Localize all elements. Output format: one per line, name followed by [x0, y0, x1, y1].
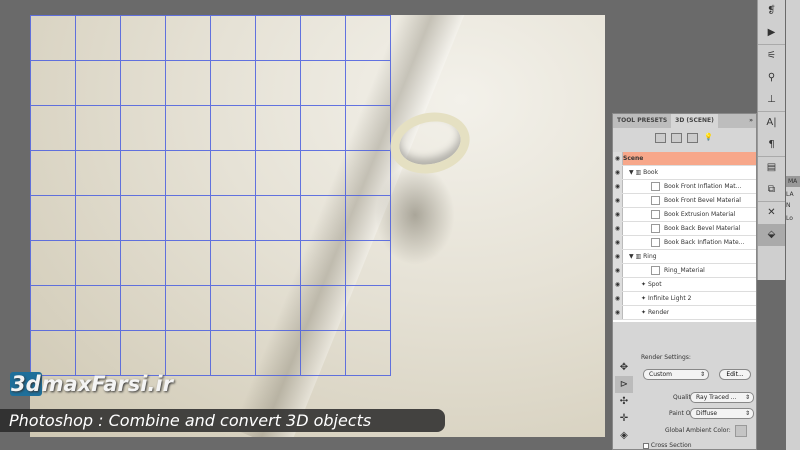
3d-tools: ✥ ⊳ ✣ ✛ ◈: [615, 359, 633, 444]
scene-item-text: Book Back Bevel Material: [651, 224, 740, 233]
character-icon[interactable]: A|: [758, 112, 785, 134]
scene-item[interactable]: ◉ Book Back Inflation Mate...: [613, 236, 756, 250]
tools-icon[interactable]: ✕: [758, 202, 785, 224]
scene-item[interactable]: ◉ ✦ Infinite Light 2: [613, 292, 756, 306]
light-filter-icon[interactable]: 💡: [703, 133, 714, 143]
layers-panel-partial: MA LA N Lo: [786, 0, 800, 450]
ambient-color-label: Global Ambient Color:: [665, 427, 731, 434]
edit-button[interactable]: Edit...: [719, 369, 751, 380]
ground-grid: [30, 15, 391, 376]
cross-section-checkbox[interactable]: Cross Section: [643, 442, 692, 449]
scene-item-text: ▼ ▥ Book: [629, 169, 659, 176]
scene-item-text: ✦ Render: [641, 309, 670, 316]
scene-filter-icon[interactable]: [655, 133, 666, 143]
render-settings-label: Render Settings:: [641, 354, 691, 361]
scene-item-text: Book Front Inflation Mat...: [651, 182, 741, 191]
visibility-eye-icon[interactable]: ◉: [613, 250, 623, 263]
scene-item-text: Scene: [623, 155, 643, 162]
scene-item-label: Render: [647, 309, 670, 316]
scene-item-label: Ring_Material: [664, 267, 705, 274]
scene-item-label: Scene: [623, 155, 644, 162]
scene-item-label: Book Back Bevel Material: [664, 225, 741, 232]
scene-item-label: Book Back Inflation Mate...: [664, 239, 745, 246]
tool-presets-icon[interactable]: ⊥: [758, 89, 785, 111]
brushes-icon[interactable]: ⚟: [758, 45, 785, 67]
3d-icon[interactable]: ⬙: [758, 224, 785, 246]
scene-item-text: Ring_Material: [651, 266, 705, 275]
visibility-eye-icon[interactable]: ◉: [613, 292, 623, 305]
ambient-color-swatch[interactable]: [735, 425, 747, 437]
scene-item-text: ✦ Spot: [641, 281, 662, 288]
scene-item-label: Book: [643, 169, 659, 176]
scene-item-text: ▼ ▥ Ring: [629, 253, 657, 260]
render-preset-select[interactable]: Custom: [643, 369, 709, 380]
3d-scene-panel: TOOL PRESETS 3D (SCENE) » 💡 ◉ Scene ◉ ▼ ▥ B…: [612, 113, 757, 450]
video-caption: Photoshop : Combine and convert 3D objec…: [0, 409, 445, 432]
scene-item-text: Book Back Inflation Mate...: [651, 238, 744, 247]
scene-item[interactable]: ◉ ▼ ▥ Ring: [613, 250, 756, 264]
visibility-eye-icon[interactable]: ◉: [613, 166, 623, 179]
scene-item[interactable]: ◉ Book Front Bevel Material: [613, 194, 756, 208]
visibility-eye-icon[interactable]: ◉: [613, 180, 623, 193]
scene-item-label: Book Front Bevel Material: [664, 197, 741, 204]
scene-item[interactable]: ◉ Ring_Material: [613, 264, 756, 278]
scene-item-label: Spot: [647, 281, 662, 288]
panel-dock-icons: ❡ ▶ ⚟ ⚲ ⊥ A| ¶ ▤ ⧉ ✕ ⬙: [757, 0, 785, 280]
scene-item[interactable]: ◉ Scene: [613, 152, 756, 166]
mesh-filter-icon[interactable]: [671, 133, 682, 143]
visibility-eye-icon[interactable]: ◉: [613, 194, 623, 207]
clone-source-icon[interactable]: ⚲: [758, 67, 785, 89]
actions-icon[interactable]: ▶: [758, 22, 785, 44]
scene-item-label: Book Front Inflation Mat...: [664, 183, 742, 190]
material-tool-icon[interactable]: ◈: [615, 427, 633, 444]
layers-label: LA: [786, 191, 794, 198]
masks-tab[interactable]: MA: [786, 176, 800, 187]
cross-section-label: Cross Section: [650, 442, 692, 449]
visibility-eye-icon[interactable]: ◉: [613, 306, 623, 319]
scene-item-label: Ring: [643, 253, 657, 260]
history-icon[interactable]: ❡: [758, 0, 785, 22]
visibility-eye-icon[interactable]: ◉: [613, 278, 623, 291]
scene-item-label: Book Extrusion Material: [664, 211, 736, 218]
paragraph-icon[interactable]: ¶: [758, 134, 785, 156]
visibility-eye-icon[interactable]: ◉: [613, 208, 623, 221]
scene-item[interactable]: ◉ ▼ ▥ Book: [613, 166, 756, 180]
layer-comps-icon[interactable]: ⧉: [758, 179, 785, 201]
visibility-eye-icon[interactable]: ◉: [613, 264, 623, 277]
scene-item-text: Book Front Bevel Material: [651, 196, 741, 205]
scene-item[interactable]: ◉ ✦ Spot: [613, 278, 756, 292]
scene-item-text: ✦ Infinite Light 2: [641, 295, 692, 302]
camera-tool-icon[interactable]: ⊳: [615, 376, 633, 393]
tab-3d-scene[interactable]: 3D (SCENE): [671, 114, 718, 128]
scene-item[interactable]: ◉ Book Front Inflation Mat...: [613, 180, 756, 194]
scene-item-label: Infinite Light 2: [647, 295, 692, 302]
notes-icon[interactable]: ▤: [758, 157, 785, 179]
scene-item[interactable]: ◉ Book Back Bevel Material: [613, 222, 756, 236]
visibility-eye-icon[interactable]: ◉: [613, 222, 623, 235]
visibility-eye-icon[interactable]: ◉: [613, 152, 623, 165]
scene-item[interactable]: ◉ Book Extrusion Material: [613, 208, 756, 222]
tab-tool-presets[interactable]: TOOL PRESETS: [613, 114, 671, 128]
panel-menu-button[interactable]: »: [746, 114, 756, 128]
watermark-logo: 3dmaxFarsi.ir: [10, 372, 173, 396]
scene-item[interactable]: ◉ ✦ Render: [613, 306, 756, 320]
blend-mode[interactable]: N: [786, 202, 800, 209]
scene-tree: ◉ Scene ◉ ▼ ▥ Book ◉ Book Front Inflation Mat…: [613, 152, 756, 322]
lock-label: Lo: [786, 215, 793, 222]
visibility-eye-icon[interactable]: ◉: [613, 236, 623, 249]
rotate-tool-icon[interactable]: ✥: [615, 359, 633, 376]
paint-on-select[interactable]: Diffuse: [690, 408, 754, 419]
quality-select[interactable]: Ray Traced ...: [690, 392, 754, 403]
orbit-tool-icon[interactable]: ✣: [615, 393, 633, 410]
pan-tool-icon[interactable]: ✛: [615, 410, 633, 427]
material-filter-icon[interactable]: [687, 133, 698, 143]
scene-item-text: Book Extrusion Material: [651, 210, 735, 219]
